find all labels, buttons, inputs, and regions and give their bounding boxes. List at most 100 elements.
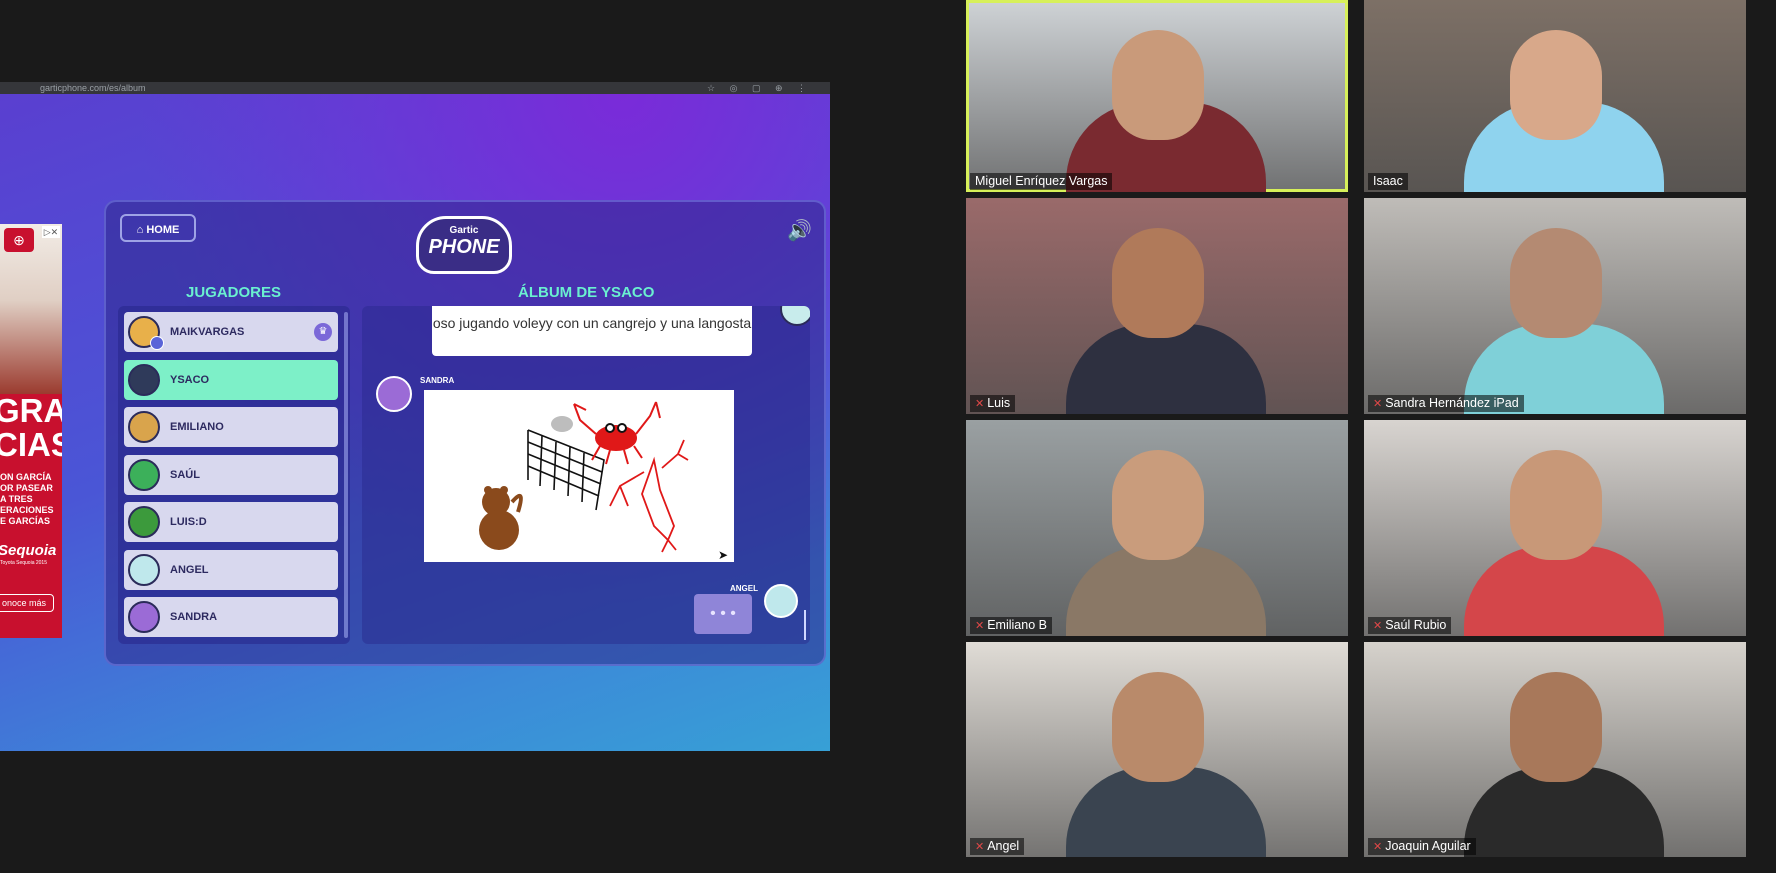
participant-face: [1510, 450, 1602, 560]
typing-indicator: • • •: [694, 594, 752, 634]
drawing-author-label: SANDRA: [420, 376, 455, 385]
participant-video-tile[interactable]: Isaac: [1364, 0, 1746, 192]
participant-face: [1510, 30, 1602, 140]
participant-face: [1112, 672, 1204, 782]
participant-video-tile[interactable]: ✕ Emiliano B: [966, 420, 1348, 636]
participant-face: [1510, 228, 1602, 338]
player-avatar: [128, 601, 160, 633]
player-name: ANGEL: [170, 563, 209, 576]
host-badge-icon: [150, 336, 164, 350]
player-avatar: [128, 458, 160, 491]
player-name: LUIS:D: [170, 516, 207, 528]
participant-video-tile[interactable]: ✕ Saúl Rubio: [1364, 420, 1746, 636]
player-row[interactable]: EMILIANO: [124, 407, 338, 447]
muted-microphone-icon: ✕: [1373, 841, 1383, 853]
participant-face: [1510, 672, 1602, 782]
angel-avatar: [764, 584, 798, 618]
participant-video-tile[interactable]: ✕ Luis: [966, 198, 1348, 414]
participant-name-label: Isaac: [1368, 173, 1408, 190]
ad-body-text: ON GARCÍA OR PASEAR A TRES ERACIONES E G…: [0, 472, 54, 526]
player-row[interactable]: YSACO: [124, 359, 338, 400]
participant-video-tile[interactable]: ✕ Sandra Hernández iPad: [1364, 198, 1746, 414]
player-row[interactable]: SANDRA: [124, 597, 338, 637]
participant-name-label: ✕ Saúl Rubio: [1368, 617, 1452, 634]
participant-name-label: ✕ Angel: [970, 838, 1025, 855]
logo-top-text: Gartic: [449, 225, 479, 236]
player-name: EMILIANO: [170, 421, 224, 433]
participant-video-tile[interactable]: Miguel Enríquez Vargas: [966, 0, 1348, 192]
gartic-phone-game: ⊕ ▷✕ GRA CIAS ON GARCÍA OR PASEAR A TRES…: [0, 94, 830, 751]
participant-name: Emiliano B: [987, 618, 1047, 632]
ad-headline: GRA CIAS: [0, 392, 62, 463]
participant-name-label: Miguel Enríquez Vargas: [970, 173, 1113, 190]
drawing-net: [527, 429, 605, 511]
participant-name: Saúl Rubio: [1385, 618, 1447, 632]
player-avatar: [128, 363, 160, 396]
home-label: HOME: [146, 224, 180, 236]
muted-microphone-icon: ✕: [975, 620, 985, 632]
browser-extension-icons[interactable]: ☆ ◎ ▢ ⊕ ⋮: [707, 82, 812, 94]
player-name: SANDRA: [170, 611, 218, 623]
participant-name: Sandra Hernández iPad: [1385, 396, 1519, 410]
participant-name-label: ✕ Sandra Hernández iPad: [1368, 395, 1524, 412]
participant-name: Angel: [987, 839, 1020, 853]
player-avatar: [128, 553, 160, 586]
mouse-cursor-icon: ➤: [718, 548, 729, 562]
participant-name-label: ✕ Luis: [970, 395, 1016, 412]
next-author-label: ANGEL: [730, 584, 758, 593]
drawing-ball: [551, 416, 573, 432]
drawing-lobster: [609, 439, 689, 553]
participant-face: [1112, 228, 1204, 338]
participant-name-label: ✕ Joaquin Aguilar: [1368, 838, 1476, 855]
album-feed: oso jugando voleyy con un cangrejo y una…: [362, 306, 810, 644]
participant-face: [1112, 450, 1204, 560]
muted-microphone-icon: ✕: [975, 398, 985, 410]
player-avatar: [128, 411, 160, 443]
album-heading: ÁLBUM DE YSACO: [518, 284, 655, 301]
muted-microphone-icon: ✕: [975, 841, 985, 853]
muted-microphone-icon: ✕: [1373, 398, 1383, 410]
ad-cta-button[interactable]: onoce más: [0, 594, 54, 612]
album-scrollbar[interactable]: [804, 610, 806, 640]
player-row[interactable]: LUIS:D: [124, 502, 338, 542]
ad-fine-print: Toyota Sequoia 2015: [0, 560, 47, 566]
ad-close-icon[interactable]: ▷✕: [42, 226, 60, 238]
participant-name: Joaquin Aguilar: [1385, 839, 1471, 853]
player-name: SAÚL: [170, 468, 200, 481]
sandra-avatar: [376, 376, 412, 412]
ad-brand: Sequoia: [0, 542, 57, 559]
shared-screen: garticphone.com/es/album ☆ ◎ ▢ ⊕ ⋮ ⊕ ▷✕ …: [0, 82, 830, 751]
speaker-volume-icon[interactable]: 🔊: [787, 218, 812, 243]
players-heading: JUGADORES: [186, 284, 282, 301]
player-row[interactable]: ANGEL: [124, 549, 338, 590]
game-panel: ⌂ HOME Gartic PHONE 🔊 JUGADORES ÁLBUM DE…: [104, 200, 826, 666]
player-row[interactable]: MAIKVARGAS ♛: [124, 312, 338, 352]
browser-toolbar: garticphone.com/es/album ☆ ◎ ▢ ⊕ ⋮: [0, 82, 830, 94]
participant-name: Luis: [987, 396, 1011, 410]
participant-name: Miguel Enríquez Vargas: [975, 174, 1108, 188]
toyota-logo-icon: ⊕: [4, 228, 34, 252]
gartic-phone-logo: Gartic PHONE: [416, 216, 512, 274]
players-list: MAIKVARGAS ♛ YSACO EMILIANO SAÚL LUIS:D ANGEL S…: [118, 306, 350, 644]
browser-url[interactable]: garticphone.com/es/album: [40, 82, 146, 94]
house-icon: ⌂: [136, 224, 147, 236]
home-button[interactable]: ⌂ HOME: [120, 214, 196, 242]
player-drawing: [424, 390, 734, 562]
participant-name-label: ✕ Emiliano B: [970, 617, 1052, 634]
player-avatar: [128, 506, 160, 538]
participant-face: [1112, 30, 1204, 140]
advertisement-banner[interactable]: ⊕ ▷✕ GRA CIAS ON GARCÍA OR PASEAR A TRES…: [0, 224, 62, 638]
player-row[interactable]: SAÚL: [124, 454, 338, 495]
drawing-bear: [479, 486, 523, 550]
player-name: MAIKVARGAS: [170, 326, 245, 338]
player-name: YSACO: [170, 373, 210, 386]
muted-microphone-icon: ✕: [1373, 620, 1383, 632]
previous-player-avatar: [780, 306, 810, 326]
players-scrollbar[interactable]: [344, 312, 348, 638]
participant-name: Isaac: [1373, 174, 1403, 188]
crown-icon: ♛: [314, 323, 332, 341]
participant-video-tile[interactable]: ✕ Joaquin Aguilar: [1364, 642, 1746, 857]
drawing-crab: [573, 401, 661, 465]
participant-video-tile[interactable]: ✕ Angel: [966, 642, 1348, 857]
logo-bottom-text: PHONE: [428, 236, 500, 258]
